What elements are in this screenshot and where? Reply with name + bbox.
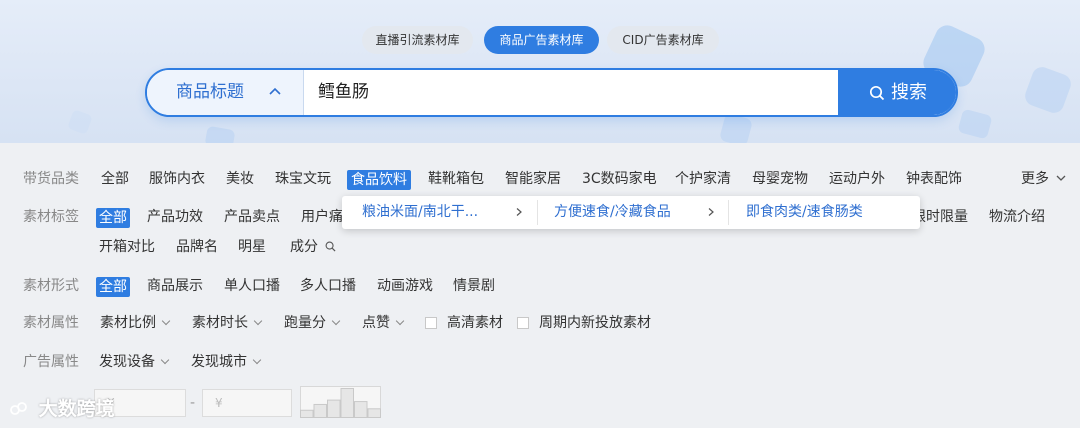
tag-option[interactable]: 开箱对比 xyxy=(99,234,155,260)
format-option[interactable]: 单人口播 xyxy=(224,273,280,299)
cascade-level-3[interactable]: 即食肉类/速食肠类 xyxy=(746,196,863,229)
tag-option[interactable]: 用户痛 xyxy=(301,204,343,230)
divider xyxy=(537,200,538,225)
attribute-filter-row: 素材属性 素材比例 素材时长 跑量分 点赞 高清素材 周期内新投放素材 xyxy=(0,310,1080,336)
decorative-shape xyxy=(718,112,754,143)
tag-option[interactable]: 产品功效 xyxy=(147,204,203,230)
likes-dropdown[interactable]: 点赞 xyxy=(362,310,403,336)
city-dropdown[interactable]: 发现城市 xyxy=(191,349,260,375)
format-option[interactable]: 情景剧 xyxy=(453,273,495,299)
price-max-input[interactable]: ¥ xyxy=(202,389,292,417)
watermark: 大数跨境 xyxy=(10,394,115,421)
logo-icon xyxy=(10,402,27,415)
distribution-bar xyxy=(313,403,327,418)
search-input[interactable]: 鳕鱼肠 xyxy=(304,70,838,115)
tab-cid-ad-library[interactable]: CID广告素材库 xyxy=(607,26,719,54)
search-button-label: 搜索 xyxy=(891,82,927,103)
search-icon xyxy=(326,241,336,252)
category-option[interactable]: 珠宝文玩 xyxy=(275,166,331,192)
decorative-shape xyxy=(204,125,236,143)
distribution-bar xyxy=(340,388,354,418)
category-option-selected[interactable]: 食品饮料 xyxy=(347,170,411,190)
search-hero: 直播引流素材库 商品广告素材库 CID广告素材库 商品标题 鳕鱼肠 搜索 xyxy=(0,0,1080,143)
search-type-dropdown[interactable]: 商品标题 xyxy=(147,70,304,115)
decorative-shape xyxy=(1022,64,1074,116)
chevron-right-icon xyxy=(708,208,714,216)
tag-option[interactable]: 品牌名 xyxy=(176,234,218,260)
category-option[interactable]: 3C数码家电 xyxy=(582,166,657,192)
format-option[interactable]: 商品展示 xyxy=(147,273,203,299)
category-option[interactable]: 鞋靴箱包 xyxy=(428,166,484,192)
decorative-shape xyxy=(957,108,993,140)
category-option[interactable]: 母婴宠物 xyxy=(752,166,808,192)
tag-filter-row-2: 开箱对比 品牌名 明星 成分 xyxy=(0,234,1080,260)
format-option[interactable]: 动画游戏 xyxy=(377,273,433,299)
tag-option[interactable]: 产品卖点 xyxy=(224,204,280,230)
search-bar: 商品标题 鳕鱼肠 搜索 xyxy=(145,68,958,117)
tag-option[interactable]: 物流介绍 xyxy=(989,204,1045,230)
divider xyxy=(728,200,729,225)
library-tabs: 直播引流素材库 商品广告素材库 CID广告素材库 xyxy=(0,26,1080,54)
distribution-bar xyxy=(327,399,341,418)
tab-live-stream-library[interactable]: 直播引流素材库 xyxy=(362,26,473,54)
distribution-bar xyxy=(300,409,314,418)
chevron-right-icon xyxy=(516,208,522,216)
price-distribution-chart xyxy=(300,386,381,418)
duration-dropdown[interactable]: 素材时长 xyxy=(192,310,261,336)
category-option[interactable]: 全部 xyxy=(101,166,129,192)
category-option[interactable]: 运动户外 xyxy=(829,166,885,192)
category-option[interactable]: 个护家清 xyxy=(675,166,731,192)
tag-option[interactable]: 限时限量 xyxy=(912,204,968,230)
tag-option[interactable]: 明星 xyxy=(238,234,266,260)
filter-label: 带货品类 xyxy=(23,171,79,187)
tag-option-label: 成分 xyxy=(290,239,318,255)
new-placement-checkbox-label[interactable]: 周期内新投放素材 xyxy=(539,310,651,336)
tab-product-ad-library[interactable]: 商品广告素材库 xyxy=(484,26,599,54)
cascade-level-2[interactable]: 方便速食/冷藏食品 xyxy=(554,196,671,229)
category-filter-row: 带货品类 全部 服饰内衣 美妆 珠宝文玩 食品饮料 鞋靴箱包 智能家居 3C数码… xyxy=(0,166,1080,192)
search-type-label: 商品标题 xyxy=(176,82,244,102)
more-label: 更多 xyxy=(1021,171,1049,187)
decorative-shape xyxy=(67,109,93,135)
aspect-ratio-dropdown[interactable]: 素材比例 xyxy=(100,310,169,336)
chevron-up-icon xyxy=(269,87,281,95)
device-dropdown[interactable]: 发现设备 xyxy=(99,349,168,375)
hd-checkbox[interactable] xyxy=(425,317,437,329)
category-cascade-popover: 粮油米面/南北干... 方便速食/冷藏食品 即食肉类/速食肠类 xyxy=(342,196,920,229)
search-button[interactable]: 搜索 xyxy=(838,70,956,115)
filter-label: 素材标签 xyxy=(23,209,79,225)
category-option[interactable]: 服饰内衣 xyxy=(149,166,205,192)
format-option-selected[interactable]: 全部 xyxy=(96,277,130,297)
hd-checkbox-label[interactable]: 高清素材 xyxy=(447,310,503,336)
format-filter-row: 素材形式 全部 商品展示 单人口播 多人口播 动画游戏 情景剧 xyxy=(0,273,1080,299)
filter-label: 素材属性 xyxy=(23,315,79,331)
volume-score-dropdown[interactable]: 跑量分 xyxy=(284,310,339,336)
format-option[interactable]: 多人口播 xyxy=(300,273,356,299)
search-icon xyxy=(869,85,885,101)
price-range-dash: - xyxy=(190,395,196,411)
tag-option-search[interactable]: 成分 xyxy=(290,234,336,260)
ad-attribute-filter-row: 广告属性 发现设备 发现城市 xyxy=(0,349,1080,375)
new-placement-checkbox[interactable] xyxy=(517,317,529,329)
category-option[interactable]: 美妆 xyxy=(226,166,254,192)
distribution-bar xyxy=(367,408,381,418)
filter-label: 广告属性 xyxy=(23,354,79,370)
filter-label: 素材形式 xyxy=(23,278,79,294)
more-categories-toggle[interactable]: 更多 xyxy=(1021,166,1066,192)
category-option[interactable]: 钟表配饰 xyxy=(906,166,962,192)
watermark-text: 大数跨境 xyxy=(38,398,115,420)
cascade-level-1[interactable]: 粮油米面/南北干... xyxy=(362,196,478,229)
tag-option-selected[interactable]: 全部 xyxy=(96,208,130,228)
distribution-bar xyxy=(354,401,368,418)
chevron-down-icon xyxy=(1056,175,1066,181)
category-option[interactable]: 智能家居 xyxy=(505,166,561,192)
